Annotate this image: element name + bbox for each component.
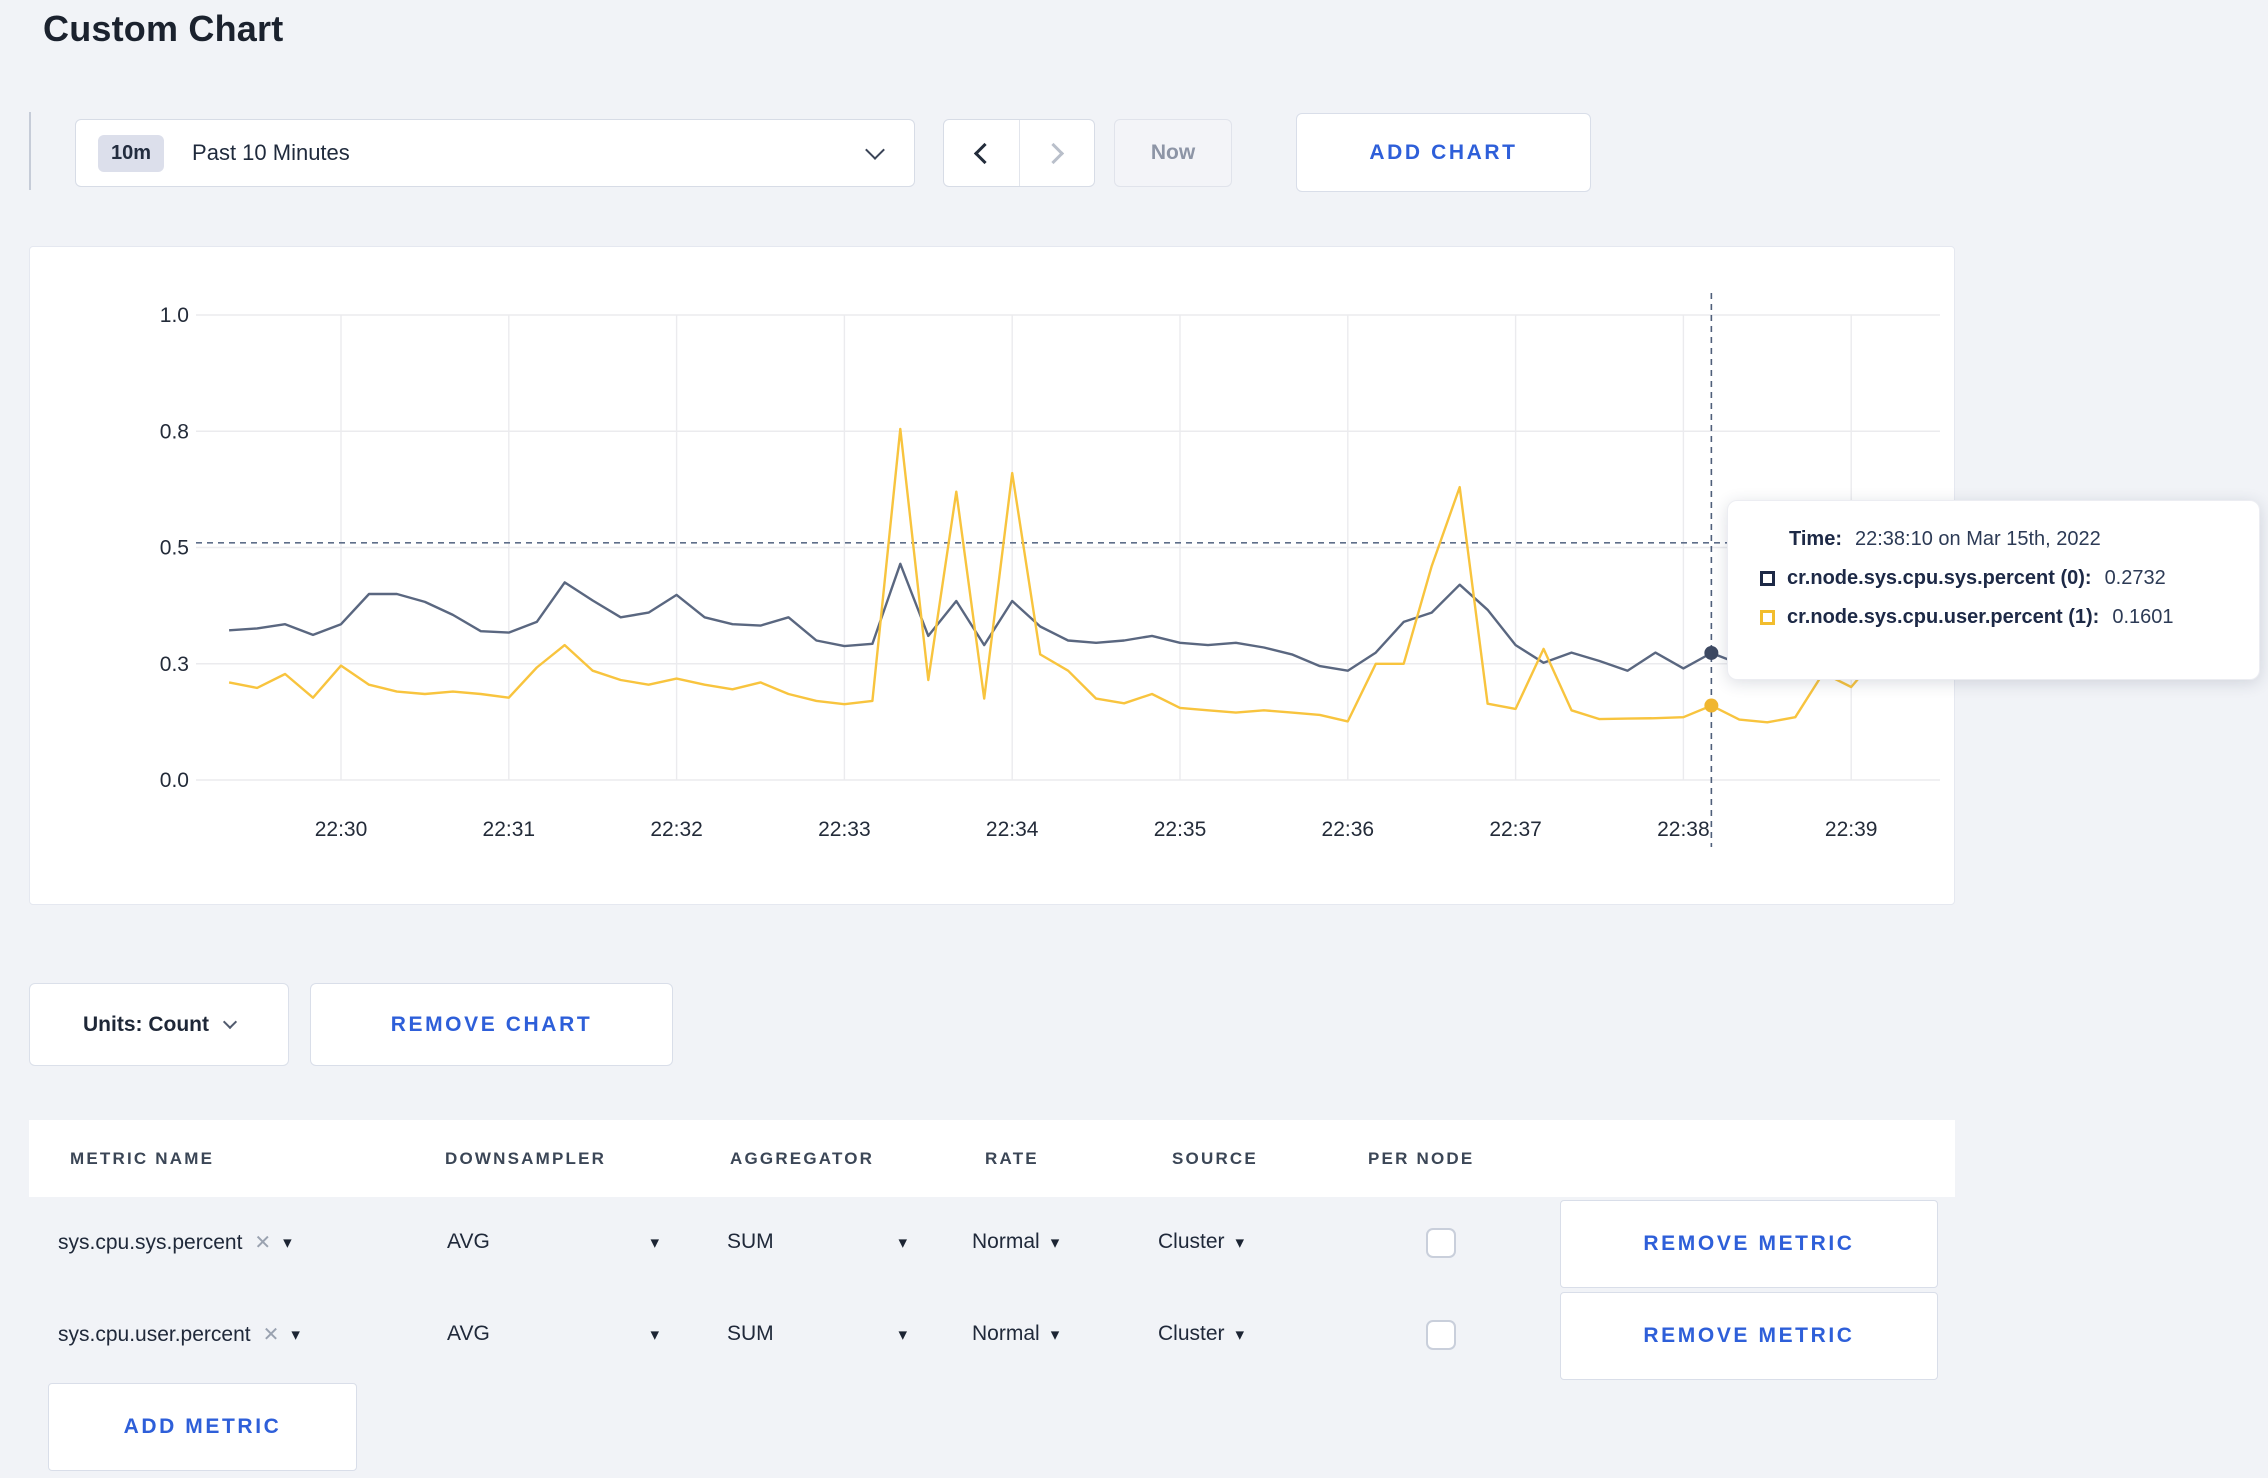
y-axis-tick-label: 1.0 xyxy=(160,304,189,327)
caret-down-icon: ▾ xyxy=(1235,1232,1245,1252)
caret-down-icon: ▾ xyxy=(1050,1324,1060,1344)
rate-dropdown[interactable]: Normal ▾ xyxy=(972,1230,1059,1254)
col-header-downsampler: DOWNSAMPLER xyxy=(445,1149,607,1168)
per-node-checkbox[interactable] xyxy=(1426,1228,1456,1258)
chevron-left-icon xyxy=(973,142,995,164)
x-axis-tick-label: 22:35 xyxy=(1154,818,1207,841)
time-shift-arrows xyxy=(943,119,1095,187)
close-icon[interactable]: ✕ xyxy=(263,1322,280,1347)
source-dropdown[interactable]: Cluster ▾ xyxy=(1158,1322,1244,1346)
tooltip-series-name: cr.node.sys.cpu.sys.percent (0): xyxy=(1787,567,2092,589)
hover-point-marker xyxy=(1704,645,1719,660)
caret-down-icon: ▾ xyxy=(291,1325,300,1344)
rate-dropdown[interactable]: Normal ▾ xyxy=(972,1322,1059,1346)
tooltip-time-row: Time: 22:38:10 on Mar 15th, 2022 xyxy=(1760,528,2233,551)
remove-chart-button[interactable]: REMOVE CHART xyxy=(310,983,673,1066)
x-axis-tick-label: 22:31 xyxy=(483,818,536,841)
toolbar-divider xyxy=(29,112,31,190)
col-header-metric-name: METRIC NAME xyxy=(70,1149,215,1168)
close-icon[interactable]: ✕ xyxy=(254,1230,271,1255)
series-line-user xyxy=(228,427,1881,724)
remove-chart-label: REMOVE CHART xyxy=(390,1012,593,1036)
metric-name-dropdown[interactable]: sys.cpu.sys.percent ✕ ▾ xyxy=(58,1230,292,1255)
x-axis-tick-label: 22:37 xyxy=(1489,818,1542,841)
chevron-down-icon xyxy=(222,1014,238,1030)
time-range-label: Past 10 Minutes xyxy=(192,140,350,165)
page-title: Custom Chart xyxy=(43,8,284,49)
caret-down-icon: ▾ xyxy=(283,1233,292,1252)
aggregator-value: SUM xyxy=(727,1322,774,1345)
col-header-source: SOURCE xyxy=(1172,1149,1258,1168)
y-axis-tick-label: 0.3 xyxy=(160,653,189,676)
remove-metric-label: REMOVE METRIC xyxy=(1643,1324,1855,1347)
downsampler-dropdown[interactable]: AVG ▾ xyxy=(447,1230,659,1254)
caret-down-icon: ▾ xyxy=(650,1232,659,1252)
metric-name-dropdown[interactable]: sys.cpu.user.percent ✕ ▾ xyxy=(58,1322,300,1347)
rate-value: Normal xyxy=(972,1322,1040,1345)
caret-down-icon: ▾ xyxy=(1050,1232,1060,1252)
tooltip-series-row: cr.node.sys.cpu.user.percent (1): 0.1601 xyxy=(1760,606,2233,629)
y-axis-tick-label: 0.5 xyxy=(160,537,189,560)
col-header-aggregator: AGGREGATOR xyxy=(730,1149,875,1168)
downsampler-dropdown[interactable]: AVG ▾ xyxy=(447,1322,659,1346)
add-chart-button[interactable]: ADD CHART xyxy=(1296,113,1591,192)
next-time-button[interactable] xyxy=(1018,120,1095,186)
add-metric-label: ADD METRIC xyxy=(123,1415,282,1438)
x-axis-tick-label: 22:36 xyxy=(1322,818,1375,841)
remove-metric-button[interactable]: REMOVE METRIC xyxy=(1560,1292,1938,1380)
tooltip-time-label: Time: xyxy=(1789,528,1842,550)
tooltip-time-value: 22:38:10 on Mar 15th, 2022 xyxy=(1854,528,2101,550)
aggregator-dropdown[interactable]: SUM ▾ xyxy=(727,1322,907,1346)
time-range-selector[interactable]: 10m Past 10 Minutes xyxy=(75,119,915,187)
sys-series-swatch-icon xyxy=(1760,571,1775,586)
downsampler-value: AVG xyxy=(447,1322,490,1345)
downsampler-value: AVG xyxy=(447,1230,490,1253)
x-axis-tick-label: 22:34 xyxy=(986,818,1039,841)
source-value: Cluster xyxy=(1158,1230,1225,1253)
tooltip-series-name: cr.node.sys.cpu.user.percent (1): xyxy=(1787,606,2100,628)
now-button-label: Now xyxy=(1150,141,1196,164)
metric-name-value: sys.cpu.sys.percent xyxy=(58,1230,243,1254)
col-header-rate: RATE xyxy=(985,1149,1039,1168)
x-axis-tick-label: 22:32 xyxy=(650,818,703,841)
y-axis-tick-label: 0.0 xyxy=(160,769,189,792)
tooltip-series-value: 0.1601 xyxy=(2112,606,2174,628)
rate-value: Normal xyxy=(972,1230,1040,1253)
add-metric-button[interactable]: ADD METRIC xyxy=(48,1383,357,1471)
y-axis-tick-label: 0.8 xyxy=(160,420,189,443)
col-header-per-node: PER NODE xyxy=(1368,1149,1475,1168)
x-axis-tick-label: 22:38 xyxy=(1657,818,1710,841)
add-chart-label: ADD CHART xyxy=(1369,140,1518,164)
now-button[interactable]: Now xyxy=(1114,119,1232,187)
aggregator-dropdown[interactable]: SUM ▾ xyxy=(727,1230,907,1254)
source-dropdown[interactable]: Cluster ▾ xyxy=(1158,1230,1244,1254)
units-label: Units: Count xyxy=(83,1012,209,1036)
remove-metric-button[interactable]: REMOVE METRIC xyxy=(1560,1200,1938,1288)
units-selector[interactable]: Units: Count xyxy=(29,983,289,1066)
caret-down-icon: ▾ xyxy=(898,1232,907,1252)
chevron-down-icon xyxy=(865,140,885,160)
tooltip-series-row: cr.node.sys.cpu.sys.percent (0): 0.2732 xyxy=(1760,567,2233,590)
tooltip-series-value: 0.2732 xyxy=(2104,567,2166,589)
prev-time-button[interactable] xyxy=(944,120,1019,186)
chart-panel: 0.0 0.3 0.5 0.8 1.0 22:30 22:31 22:32 22:33 22:34… xyxy=(29,246,1955,905)
series-line-sys xyxy=(229,562,1880,672)
chevron-right-icon xyxy=(1043,142,1065,164)
caret-down-icon: ▾ xyxy=(650,1324,659,1344)
user-series-swatch-icon xyxy=(1760,610,1775,625)
time-range-badge: 10m xyxy=(98,134,165,172)
per-node-checkbox[interactable] xyxy=(1426,1320,1456,1350)
metric-name-value: sys.cpu.user.percent xyxy=(58,1322,251,1346)
caret-down-icon: ▾ xyxy=(1235,1324,1245,1344)
x-axis-tick-label: 22:33 xyxy=(818,818,871,841)
chart-hover-tooltip: Time: 22:38:10 on Mar 15th, 2022 cr.node… xyxy=(1727,500,2260,680)
hover-point-marker xyxy=(1704,698,1719,713)
source-value: Cluster xyxy=(1158,1322,1225,1345)
remove-metric-label: REMOVE METRIC xyxy=(1643,1232,1855,1255)
caret-down-icon: ▾ xyxy=(898,1324,907,1344)
x-axis-tick-label: 22:39 xyxy=(1825,818,1878,841)
x-axis-tick-label: 22:30 xyxy=(315,818,368,841)
aggregator-value: SUM xyxy=(727,1230,774,1253)
timeseries-chart[interactable]: 0.0 0.3 0.5 0.8 1.0 22:30 22:31 22:32 22:33 22:34… xyxy=(30,247,1954,904)
